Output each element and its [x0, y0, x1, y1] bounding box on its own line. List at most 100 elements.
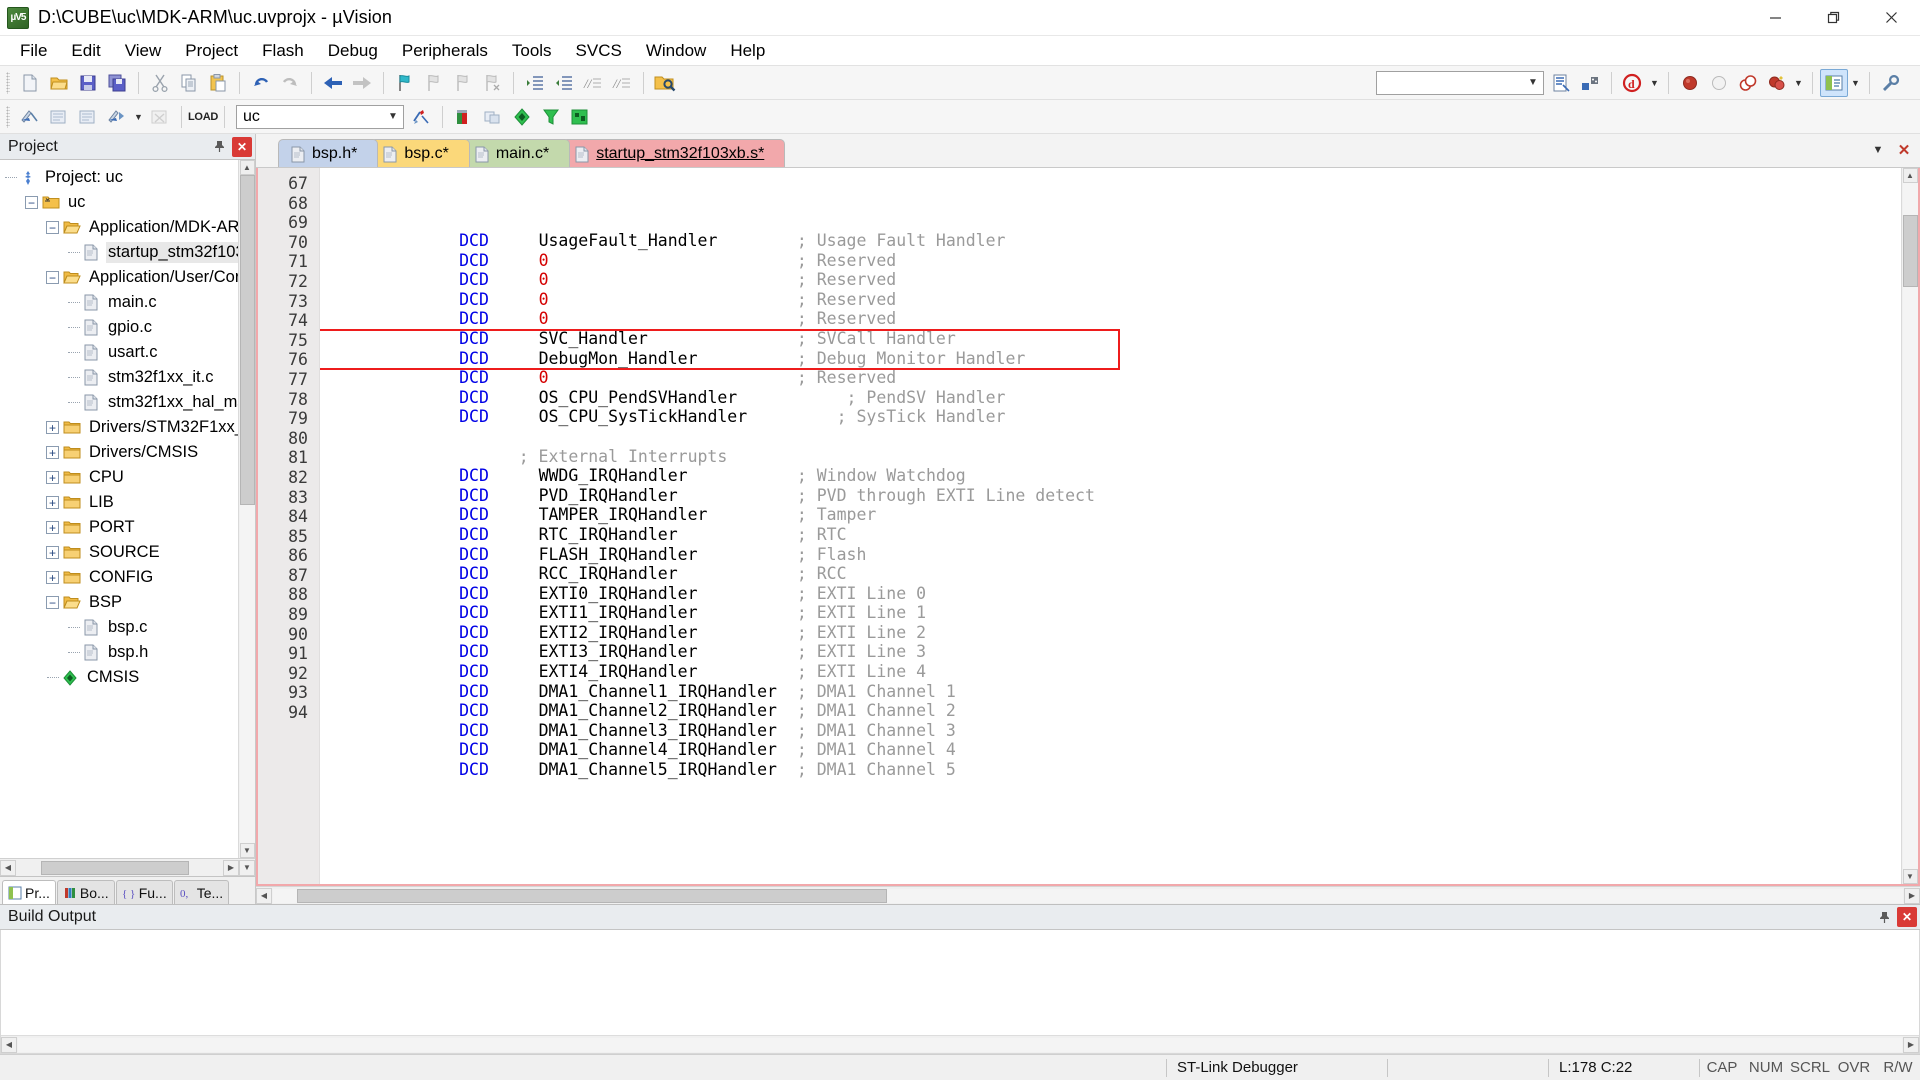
pin-icon[interactable] — [209, 137, 229, 157]
debug-dropdown-icon[interactable]: ▼ — [1648, 69, 1661, 97]
menu-help[interactable]: Help — [718, 37, 777, 65]
expand-icon[interactable]: + — [46, 546, 59, 559]
comment-icon[interactable]: // — [579, 69, 607, 97]
pack-browser-icon[interactable] — [566, 103, 594, 131]
scroll-right-icon[interactable]: ▶ — [1904, 887, 1920, 904]
build-output-horizontal-scrollbar[interactable]: ◀ ▶ — [1, 1035, 1919, 1053]
close-icon[interactable]: ✕ — [232, 136, 252, 157]
tree-item-main-c[interactable]: main.c — [0, 290, 238, 315]
code-line[interactable]: DCD FLASH_IRQHandler ; Flash — [320, 545, 1901, 565]
code-line[interactable] — [320, 427, 1901, 447]
tree-item-startup-stm32f103xb[interactable]: startup_stm32f103xb — [0, 240, 238, 265]
editor-tab-bsp-h[interactable]: bsp.h* — [278, 139, 379, 167]
scroll-left-icon[interactable]: ◀ — [0, 859, 16, 876]
expand-icon[interactable]: + — [46, 521, 59, 534]
menu-tools[interactable]: Tools — [500, 37, 564, 65]
menu-flash[interactable]: Flash — [250, 37, 316, 65]
project-pane-tab-1[interactable]: Bo... — [56, 880, 115, 904]
code-line[interactable]: DCD RCC_IRQHandler ; RCC — [320, 564, 1901, 584]
chevron-down-icon[interactable]: ▼ — [383, 106, 403, 128]
collapse-icon[interactable]: − — [46, 221, 59, 234]
translate-icon[interactable] — [16, 103, 44, 131]
scroll-down-icon[interactable]: ▼ — [1902, 869, 1918, 884]
code-line[interactable]: ; External Interrupts — [320, 447, 1901, 467]
tree-item-bsp-h[interactable]: bsp.h — [0, 640, 238, 665]
scroll-up-icon[interactable]: ▲ — [239, 160, 255, 175]
undo-icon[interactable] — [247, 69, 275, 97]
editor-tab-bsp-c[interactable]: bsp.c* — [370, 139, 470, 167]
collapse-icon[interactable]: − — [46, 596, 59, 609]
paste-icon[interactable] — [204, 69, 232, 97]
tree-item-drivers-stm32f1xx-hal[interactable]: + Drivers/STM32F1xx_HAL — [0, 415, 238, 440]
scroll-right-icon[interactable]: ▶ — [223, 859, 239, 876]
scroll-left-icon[interactable]: ◀ — [1, 1036, 17, 1053]
code-line[interactable]: DCD DMA1_Channel5_IRQHandler ; DMA1 Chan… — [320, 760, 1901, 780]
code-line[interactable]: DCD EXTI1_IRQHandler ; EXTI Line 1 — [320, 603, 1901, 623]
tree-item-project-uc[interactable]: Project: uc — [0, 165, 238, 190]
code-line[interactable]: DCD EXTI3_IRQHandler ; EXTI Line 3 — [320, 642, 1901, 662]
scroll-thumb[interactable] — [1902, 215, 1918, 287]
target-options-icon[interactable] — [407, 103, 435, 131]
build-output-body[interactable]: ◀ ▶ — [0, 930, 1920, 1054]
code-line[interactable]: DCD UsageFault_Handler ; Usage Fault Han… — [320, 231, 1901, 251]
scroll-down-icon[interactable]: ▼ — [239, 859, 255, 876]
code-line[interactable]: DCD TAMPER_IRQHandler ; Tamper — [320, 505, 1901, 525]
editor-horizontal-scrollbar[interactable]: ◀ ▶ — [256, 886, 1920, 904]
build-icon[interactable] — [45, 103, 73, 131]
scroll-track[interactable] — [17, 860, 222, 875]
scroll-track[interactable] — [1902, 183, 1918, 869]
code-line[interactable]: DCD DMA1_Channel4_IRQHandler ; DMA1 Chan… — [320, 740, 1901, 760]
code-line[interactable]: DCD DebugMon_Handler ; Debug Monitor Han… — [320, 349, 1901, 369]
disable-all-breakpoints-icon[interactable] — [1734, 69, 1762, 97]
tree-item-cpu[interactable]: + CPU — [0, 465, 238, 490]
editor-tab-startup-stm32f103xb-s[interactable]: startup_stm32f103xb.s* — [562, 139, 786, 167]
menu-project[interactable]: Project — [173, 37, 250, 65]
tree-item-lib[interactable]: + LIB — [0, 490, 238, 515]
manage-run-time-icon[interactable] — [508, 103, 536, 131]
indent-left-icon[interactable] — [550, 69, 578, 97]
scroll-track[interactable] — [239, 175, 255, 843]
navigate-back-icon[interactable] — [319, 69, 347, 97]
menu-edit[interactable]: Edit — [59, 37, 112, 65]
close-icon[interactable]: ✕ — [1894, 140, 1914, 160]
expand-icon[interactable]: + — [46, 421, 59, 434]
menu-svcs[interactable]: SVCS — [564, 37, 634, 65]
code-line[interactable]: DCD EXTI2_IRQHandler ; EXTI Line 2 — [320, 623, 1901, 643]
tree-item-gpio-c[interactable]: gpio.c — [0, 315, 238, 340]
code-line[interactable]: DCD 0 ; Reserved — [320, 368, 1901, 388]
project-tree[interactable]: Project: uc − uc − Application/MDK-ARM startu… — [0, 160, 238, 858]
menu-peripherals[interactable]: Peripherals — [390, 37, 500, 65]
code-line[interactable]: DCD OS_CPU_PendSVHandler ; PendSV Handle… — [320, 388, 1901, 408]
bookmark-clear-icon[interactable] — [478, 69, 506, 97]
toolbar-grip[interactable] — [6, 71, 10, 94]
tree-item-config[interactable]: + CONFIG — [0, 565, 238, 590]
wrench-icon[interactable] — [1877, 69, 1905, 97]
collapse-icon[interactable]: − — [46, 271, 59, 284]
toolbar-grip[interactable] — [6, 105, 10, 128]
expand-icon[interactable]: + — [46, 496, 59, 509]
expand-icon[interactable]: + — [46, 471, 59, 484]
uncomment-icon[interactable]: // — [608, 69, 636, 97]
download-icon[interactable]: LOAD — [188, 104, 218, 130]
code-line[interactable]: DCD 0 ; Reserved — [320, 270, 1901, 290]
stop-build-icon[interactable] — [146, 103, 174, 131]
expand-icon[interactable]: + — [46, 571, 59, 584]
code-line[interactable]: DCD WWDG_IRQHandler ; Window Watchdog — [320, 466, 1901, 486]
rebuild-icon[interactable] — [74, 103, 102, 131]
code-line[interactable]: DCD 0 ; Reserved — [320, 309, 1901, 329]
tree-item-bsp[interactable]: − BSP — [0, 590, 238, 615]
save-icon[interactable] — [74, 69, 102, 97]
code-line[interactable]: DCD 0 ; Reserved — [320, 251, 1901, 271]
project-tree-vertical-scrollbar[interactable]: ▲ ▼ — [238, 160, 255, 858]
project-window-icon[interactable] — [1820, 68, 1848, 97]
code-line[interactable]: DCD EXTI0_IRQHandler ; EXTI Line 0 — [320, 584, 1901, 604]
new-file-icon[interactable] — [16, 69, 44, 97]
scroll-down-icon[interactable]: ▼ — [239, 843, 255, 858]
collapse-icon[interactable]: − — [25, 196, 38, 209]
scroll-thumb[interactable] — [239, 175, 255, 505]
disable-breakpoint-icon[interactable] — [1705, 69, 1733, 97]
pin-icon[interactable] — [1874, 907, 1894, 927]
tree-item-uc[interactable]: − uc — [0, 190, 238, 215]
bookmark-toggle-icon[interactable] — [391, 69, 419, 97]
redo-icon[interactable] — [276, 69, 304, 97]
